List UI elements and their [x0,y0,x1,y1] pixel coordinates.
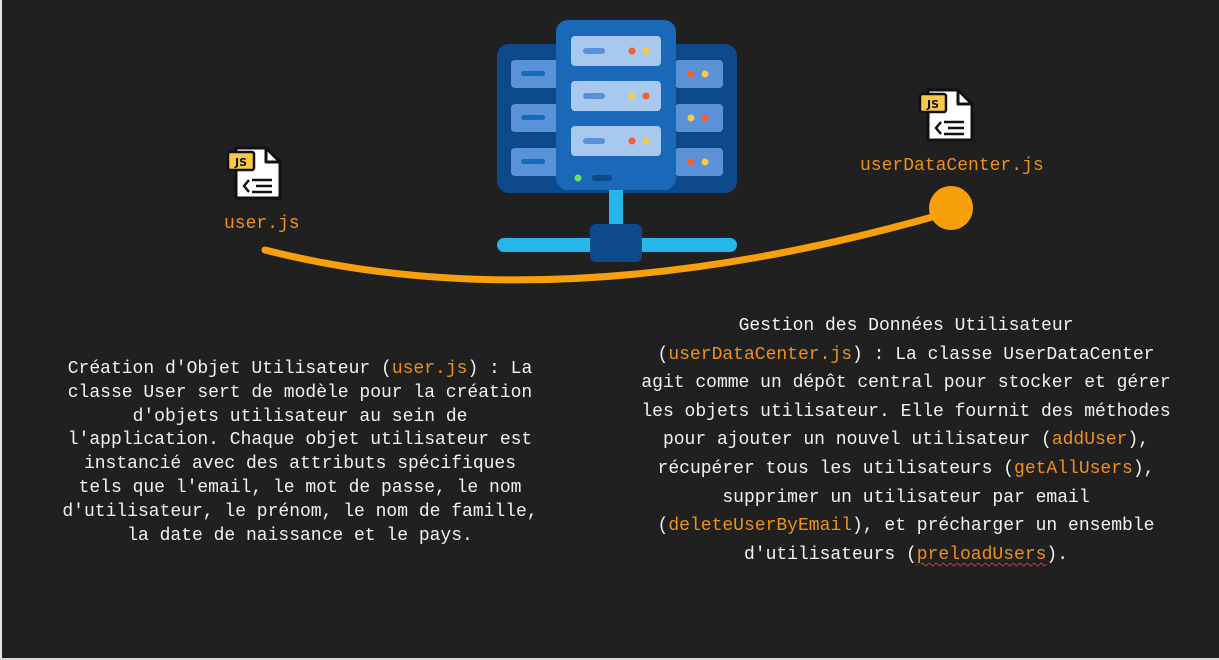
desc-line: les objets utilisateur. Elle fournit des… [641,401,1171,422]
js-file-icon-right: JS [918,88,974,142]
desc-line: d'utilisateurs (preloadUsers). [743,544,1069,565]
desc-line: agit comme un dépôt central pour stocker… [641,373,1171,394]
desc-line: (userDataCenter.js) : La classe UserData… [657,344,1155,365]
code-ref: user.js [391,359,468,379]
desc-line: instancié avec des attributs spécifiques [83,454,517,475]
code-ref: userDataCenter.js [668,344,852,365]
userdatacenter-class-description: Gestion des Données Utilisateur (userDat… [596,312,1216,569]
server-icon [497,20,737,262]
user-js-label: user.js [224,214,300,234]
userdatacenter-js-label: userDataCenter.js [860,156,1044,176]
desc-line: Création d'Objet Utilisateur (user.js) :… [67,359,533,379]
connection-endpoint [929,186,973,230]
desc-line: l'application. Chaque objet utilisateur … [67,430,533,451]
code-ref: getAllUsers [1014,458,1133,479]
desc-line: pour ajouter un nouvel utilisateur (addU… [662,430,1150,451]
desc-line: récupérer tous les utilisateurs (getAllU… [657,458,1155,479]
desc-line: la date de naissance et le pays. [127,525,473,546]
desc-line: tels que l'email, le mot de passe, le no… [78,477,522,498]
desc-line: supprimer un utilisateur par email [722,487,1090,508]
code-ref: addUser [1051,430,1128,451]
js-badge-text: JS [234,156,247,169]
code-ref: deleteUserByEmail [668,516,852,537]
js-badge-text: JS [926,98,939,111]
desc-line: d'objets utilisateur au sein de [132,406,468,427]
desc-line: d'utilisateur, le prénom, le nom de fami… [62,501,538,522]
code-ref: preloadUsers [916,544,1047,565]
desc-line: (deleteUserByEmail), et précharger un en… [657,516,1155,537]
desc-line: Gestion des Données Utilisateur [738,316,1074,336]
js-file-icon-left: JS [226,146,282,200]
user-class-description: Création d'Objet Utilisateur (user.js) :… [20,358,580,548]
desc-line: classe User sert de modèle pour la créat… [67,382,533,403]
